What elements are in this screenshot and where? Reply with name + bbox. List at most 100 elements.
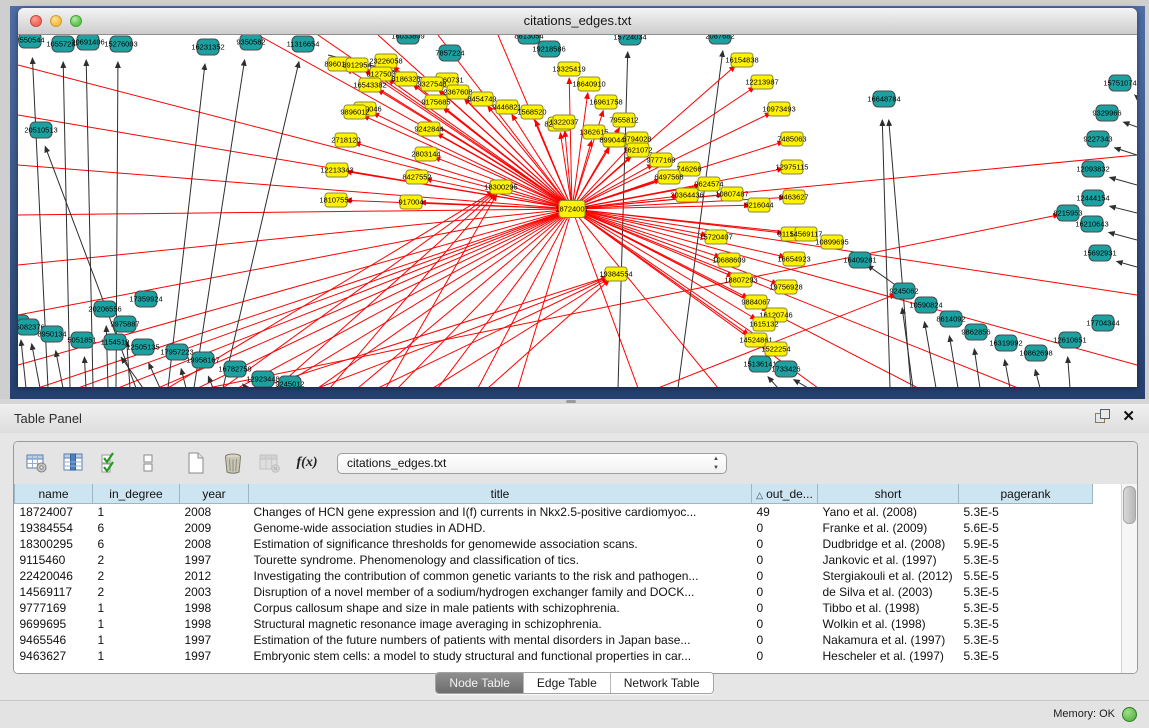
table-cell: 2 (93, 568, 180, 584)
tab-network-table[interactable]: Network Table (611, 673, 713, 693)
graph-node[interactable]: 7485063 (777, 132, 806, 146)
table-cell: Yano et al. (2008) (818, 504, 959, 521)
graph-node[interactable]: 1154519 (101, 334, 130, 350)
graph-node[interactable]: 9975887 (110, 316, 139, 332)
table-cell: Jankovic et al. (1997) (818, 552, 959, 568)
network-window[interactable]: citations_edges.txt 89601238912954232260… (18, 8, 1137, 387)
graph-node[interactable]: 9350582 (236, 35, 265, 50)
column-header-short[interactable]: short (818, 484, 959, 504)
table-cell: Dudbridge et al. (2008) (818, 536, 959, 552)
column-header-in-degree[interactable]: in_degree (93, 484, 180, 504)
graph-node[interactable]: 8614092 (936, 311, 965, 327)
clear-selection-button[interactable] (134, 449, 162, 477)
table-row[interactable]: 1872400712008Changes of HCN gene express… (15, 504, 1093, 521)
status-bar: Memory: OK (0, 700, 1149, 728)
graph-node[interactable]: 9862856 (961, 324, 990, 340)
close-window-button[interactable] (30, 15, 42, 27)
table-row[interactable]: 1456911722003Disruption of a novel membe… (15, 584, 1093, 600)
node-table-area: namein_degreeyeartitle△out_de...shortpag… (14, 484, 1137, 673)
graph-node[interactable]: 8427552 (402, 170, 431, 184)
graph-node[interactable]: 9245062 (889, 283, 918, 299)
table-row[interactable]: 1830029562008Estimation of significance … (15, 536, 1093, 552)
table-source-value: citations_edges.txt (347, 456, 446, 470)
table-row[interactable]: 977716911998Corpus callosum shape and si… (15, 600, 1093, 616)
graph-node[interactable]: 9329966 (1092, 105, 1121, 121)
tab-node-table[interactable]: Node Table (436, 673, 524, 693)
node-table[interactable]: namein_degreeyeartitle△out_de...shortpag… (14, 484, 1093, 664)
table-row[interactable]: 946362711997Embryonic stem cells: a mode… (15, 648, 1093, 664)
svg-text:18724007: 18724007 (555, 205, 588, 214)
svg-text:1522254: 1522254 (761, 345, 790, 354)
graph-node[interactable]: 2718120 (331, 133, 360, 147)
graph-node[interactable]: 9463627 (779, 190, 808, 204)
tab-edge-table[interactable]: Edge Table (524, 673, 611, 693)
table-cell: 2008 (180, 504, 249, 521)
table-cell: 1998 (180, 616, 249, 632)
graph-node[interactable]: 9327548 (417, 77, 446, 91)
select-all-button[interactable] (97, 449, 125, 477)
table-row[interactable]: 946554611997Estimation of the future num… (15, 632, 1093, 648)
table-scrollbar-thumb[interactable] (1123, 486, 1136, 524)
table-cell: 5.3E-5 (959, 616, 1093, 632)
delete-columns-button[interactable] (219, 449, 247, 477)
svg-text:18807293: 18807293 (724, 276, 757, 285)
table-tab-bar: Node TableEdge TableNetwork Table (0, 672, 1149, 694)
graph-node[interactable]: 9884067 (741, 295, 770, 309)
table-source-select[interactable]: citations_edges.txt ▲▼ (337, 453, 727, 474)
graph-node[interactable]: 18724007 (555, 201, 588, 218)
network-window-titlebar[interactable]: citations_edges.txt (18, 8, 1137, 35)
network-canvas[interactable]: 8960123891295423226058912750381863281546… (18, 35, 1137, 387)
split-divider-handle[interactable] (566, 400, 576, 403)
graph-node[interactable]: 1322037 (549, 115, 578, 129)
graph-node[interactable]: 1733426 (771, 361, 800, 377)
table-mode-button[interactable] (23, 449, 51, 477)
table-row[interactable]: 2242004622012Investigating the contribut… (15, 568, 1093, 584)
graph-node[interactable]: 1522254 (761, 342, 790, 356)
graph-node[interactable]: 9175685 (421, 95, 450, 109)
graph-node[interactable]: 1615132 (749, 317, 778, 331)
show-columns-button[interactable] (60, 449, 88, 477)
table-content-box: f(x) citations_edges.txt ▲▼ namein_degre… (13, 441, 1138, 674)
table-cell: 2 (93, 552, 180, 568)
graph-node[interactable]: 9777169 (646, 153, 675, 167)
column-header-title[interactable]: title (249, 484, 752, 504)
close-panel-icon[interactable]: ✕ (1122, 409, 1135, 424)
graph-node[interactable]: 7955812 (609, 113, 638, 127)
svg-text:9777169: 9777169 (646, 156, 675, 165)
column-header-name[interactable]: name (15, 484, 93, 504)
column-header-pagerank[interactable]: pagerank (959, 484, 1093, 504)
float-panel-icon[interactable] (1095, 409, 1110, 424)
table-cell: 49 (752, 504, 818, 521)
table-scrollbar[interactable] (1121, 484, 1137, 673)
graph-node[interactable]: 9227343 (1083, 131, 1112, 147)
table-row[interactable]: 969969511998Structural magnetic resonanc… (15, 616, 1093, 632)
new-column-button[interactable] (182, 449, 210, 477)
graph-node[interactable]: 7857224 (435, 45, 464, 61)
delete-table-button[interactable] (256, 449, 284, 477)
svg-text:23226058: 23226058 (369, 57, 402, 66)
graph-node[interactable]: 5051851 (67, 332, 96, 348)
table-cell: 2003 (180, 584, 249, 600)
graph-node[interactable]: 1568520 (517, 105, 546, 119)
graph-node[interactable]: 9242844 (414, 122, 443, 136)
graph-node[interactable]: 6216044 (744, 198, 773, 212)
window-controls (30, 15, 82, 27)
function-builder-button[interactable]: f(x) (293, 449, 321, 477)
graph-node[interactable]: 8950134 (37, 326, 66, 342)
graph-node[interactable]: 9896012 (340, 105, 369, 119)
minimize-window-button[interactable] (50, 15, 62, 27)
table-cell: 1997 (180, 632, 249, 648)
graph-node[interactable]: 8186328 (391, 72, 420, 86)
graph-node[interactable]: 2803144 (411, 147, 440, 161)
svg-text:15724034: 15724034 (613, 35, 646, 42)
svg-text:20364436: 20364436 (670, 191, 703, 200)
column-header-year[interactable]: year (180, 484, 249, 504)
table-row[interactable]: 911546021997Tourette syndrome. Phenomeno… (15, 552, 1093, 568)
graph-node[interactable]: 6497568 (654, 170, 683, 184)
zoom-window-button[interactable] (70, 15, 82, 27)
table-row[interactable]: 1938455462009Genome-wide association stu… (15, 520, 1093, 536)
column-header-out-de-[interactable]: △out_de... (752, 484, 818, 504)
graph-node[interactable]: 917004 (398, 195, 423, 209)
graph-node[interactable]: 9245012 (275, 376, 304, 387)
svg-text:8813054: 8813054 (514, 35, 543, 41)
